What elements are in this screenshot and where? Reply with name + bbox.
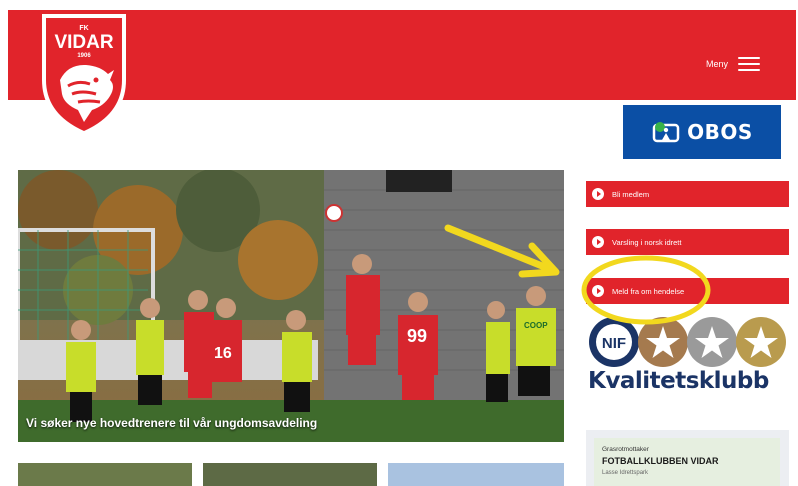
arrow-right-icon [592, 285, 604, 297]
varsling-button[interactable]: Varsling i norsk idrett [586, 229, 789, 255]
grasrot-card[interactable]: Grasrotmottaker FOTBALLKLUBBEN VIDAR Las… [594, 438, 780, 486]
obos-house-icon [652, 122, 680, 143]
obos-sponsor-banner[interactable]: OBOS [623, 105, 781, 159]
meld-fra-label: Meld fra om hendelse [612, 286, 685, 296]
varsling-label: Varsling i norsk idrett [612, 237, 682, 247]
grasrot-subtitle: Lasse Idrettspark [602, 470, 649, 476]
news-thumbnail-1[interactable] [18, 463, 192, 486]
kvalitetsklubb-badge[interactable]: NIF Kvalitetsklubb [588, 314, 788, 404]
jersey-number-16: 16 [214, 345, 232, 362]
hero-caption[interactable]: Vi søker nye hovedtrenere til vår ungdom… [26, 416, 317, 430]
obos-name: OBOS [687, 120, 753, 144]
page: Meny FK VIDAR 1906 OBOS 16 99 COOP Vi sø… [0, 0, 798, 486]
arrow-right-icon [592, 188, 604, 200]
news-thumbnail-2[interactable] [203, 463, 377, 486]
meld-fra-om-hendelse-button[interactable]: Meld fra om hendelse [586, 278, 789, 304]
logo-wordmark: VIDAR [54, 32, 113, 53]
logo-fk: FK [79, 25, 88, 32]
grasrot-title: FOTBALLKLUBBEN VIDAR [602, 456, 719, 466]
logo-year: 1906 [77, 53, 91, 59]
bli-medlem-button[interactable]: Bli medlem [586, 181, 789, 207]
kvalitet-stars: NIF [589, 317, 786, 367]
grasrot-box: Grasrotmottaker FOTBALLKLUBBEN VIDAR Las… [586, 430, 789, 486]
club-logo[interactable]: FK VIDAR 1906 [38, 10, 130, 138]
hero-photo: 16 99 COOP [18, 170, 564, 442]
shirt-sponsor-logo: COOP [524, 321, 548, 330]
grasrot-small-label: Grasrotmottaker [602, 446, 649, 453]
hamburger-icon [738, 56, 760, 72]
menu-button[interactable]: Meny [706, 56, 760, 72]
jersey-number-99: 99 [407, 326, 427, 346]
nif-logo-text: NIF [602, 335, 626, 352]
bli-medlem-label: Bli medlem [612, 189, 650, 199]
arrow-right-icon [592, 236, 604, 248]
hero-news-card[interactable]: 16 99 COOP Vi søker nye hovedtrenere til… [18, 170, 564, 442]
menu-label: Meny [705, 59, 728, 69]
news-thumbnail-3[interactable] [388, 463, 564, 486]
kvalitetsklubb-title: Kvalitetsklubb [588, 368, 769, 394]
